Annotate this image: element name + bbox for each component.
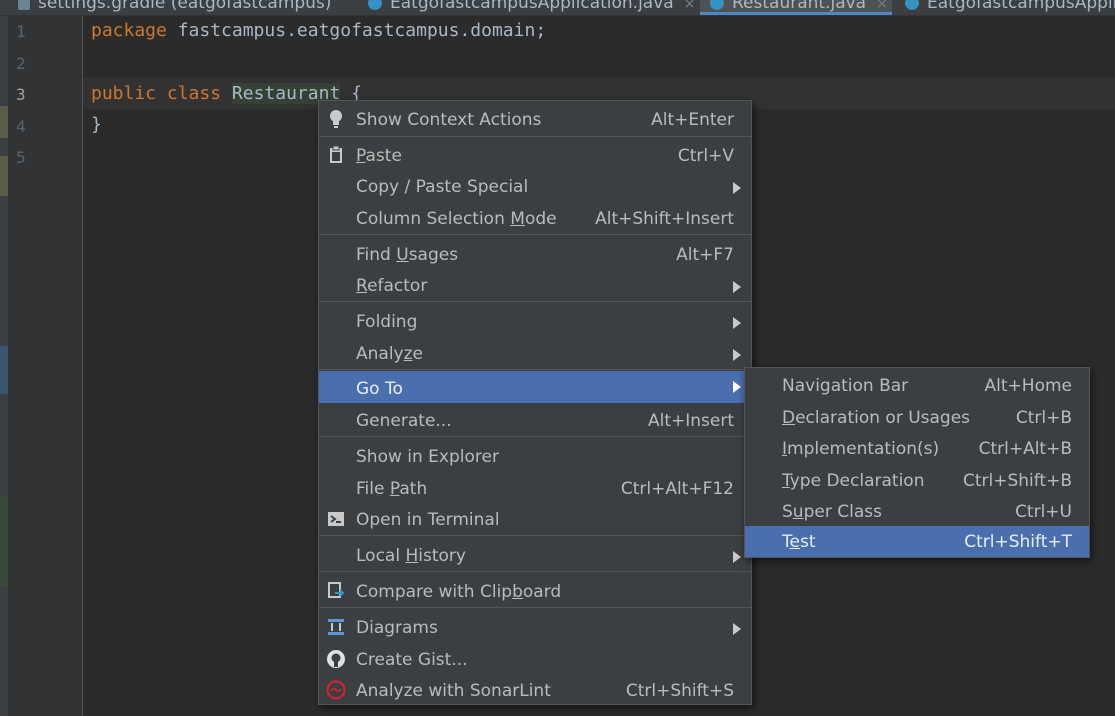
menu-item-refactor[interactable]: Refactor [319, 270, 751, 300]
submenu-arrow-icon [733, 317, 741, 329]
menu-item-open-in-terminal[interactable]: Open in Terminal [319, 504, 751, 534]
line-number: 5 [16, 148, 26, 167]
goto-submenu: Navigation Bar Alt+Home Declaration or U… [744, 367, 1090, 558]
menu-item-show-in-explorer[interactable]: Show in Explorer [319, 441, 751, 471]
menu-item-local-history[interactable]: Local History [319, 540, 751, 570]
submenu-arrow-icon [733, 551, 741, 563]
code-line-1[interactable]: package fastcampus.eatgofastcampus.domai… [91, 20, 546, 41]
submenu-arrow-icon [733, 623, 741, 635]
menu-item-analyze[interactable]: Analyze [319, 338, 751, 368]
menu-item-analyze-sonarlint[interactable]: Analyze with SonarLint Ctrl+Shift+S [319, 675, 751, 705]
strip-marker [0, 496, 8, 586]
editor-tab-bar: settings.gradle (eatgofastcampus) Eatgof… [0, 0, 1115, 16]
menu-separator [319, 607, 751, 608]
menu-item-generate[interactable]: Generate... Alt+Insert [319, 405, 751, 435]
submenu-item-navigation-bar[interactable]: Navigation Bar Alt+Home [745, 370, 1089, 400]
close-tab-icon[interactable]: × [876, 0, 888, 12]
menu-item-create-gist[interactable]: Create Gist... [319, 644, 751, 674]
menu-separator [319, 571, 751, 572]
sonarlint-icon [326, 680, 346, 700]
editor-context-menu: Show Context Actions Alt+Enter Paste Ctr… [318, 100, 752, 705]
tool-window-strip [0, 16, 8, 716]
menu-separator [319, 234, 751, 235]
menu-item-compare-with-clipboard[interactable]: Compare with Clipboard [319, 576, 751, 606]
line-number: 1 [16, 22, 26, 41]
menu-item-paste[interactable]: Paste Ctrl+V [319, 140, 751, 170]
submenu-arrow-icon [733, 381, 741, 393]
close-tab-icon[interactable]: × [684, 0, 696, 12]
line-number: 2 [16, 54, 26, 73]
tab-restaurant-java[interactable]: Restaurant.java × [700, 0, 892, 15]
menu-item-find-usages[interactable]: Find Usages Alt+F7 [319, 239, 751, 269]
submenu-item-test[interactable]: Test Ctrl+Shift+T [745, 526, 1089, 557]
menu-item-diagrams[interactable]: Diagrams [319, 612, 751, 642]
strip-marker [0, 346, 8, 394]
menu-separator [319, 369, 751, 370]
menu-separator [319, 301, 751, 302]
java-class-icon [905, 0, 919, 10]
java-class-icon [368, 0, 382, 10]
github-icon [327, 650, 345, 668]
submenu-item-super-class[interactable]: Super Class Ctrl+U [745, 496, 1089, 526]
menu-separator [319, 436, 751, 437]
line-number: 3 [16, 85, 26, 104]
strip-marker [0, 156, 8, 196]
menu-item-file-path[interactable]: File Path Ctrl+Alt+F12 [319, 473, 751, 503]
menu-separator [319, 136, 751, 137]
tab-application-java[interactable]: EatgofastcampusApplication.java × [368, 0, 695, 14]
submenu-arrow-icon [733, 349, 741, 361]
submenu-item-type-declaration[interactable]: Type Declaration Ctrl+Shift+B [745, 465, 1089, 495]
menu-item-folding[interactable]: Folding [319, 306, 751, 336]
tab-settings-gradle[interactable]: settings.gradle (eatgofastcampus) [18, 0, 331, 14]
lightbulb-icon [330, 110, 342, 128]
terminal-icon [328, 512, 344, 526]
diagram-icon [328, 619, 344, 635]
strip-marker [0, 106, 8, 138]
code-line-4[interactable]: } [91, 114, 102, 135]
tab-application-java-2[interactable]: EatgofastcampusAppli [905, 0, 1115, 14]
menu-item-go-to[interactable]: Go To [319, 371, 751, 403]
menu-item-show-context-actions[interactable]: Show Context Actions Alt+Enter [319, 104, 751, 134]
submenu-arrow-icon [733, 281, 741, 293]
menu-item-copy-paste-special[interactable]: Copy / Paste Special [319, 171, 751, 201]
line-number: 4 [16, 117, 26, 136]
gutter-divider [82, 16, 83, 716]
gradle-file-icon [18, 0, 30, 10]
compare-clipboard-icon [328, 582, 345, 598]
menu-separator [319, 535, 751, 536]
java-class-icon [710, 0, 724, 10]
clipboard-icon [330, 145, 342, 163]
submenu-item-implementations[interactable]: Implementation(s) Ctrl+Alt+B [745, 433, 1089, 463]
submenu-arrow-icon [733, 182, 741, 194]
menu-item-column-selection-mode[interactable]: Column Selection Mode Alt+Shift+Insert [319, 203, 751, 233]
submenu-item-declaration-or-usages[interactable]: Declaration or Usages Ctrl+B [745, 402, 1089, 432]
